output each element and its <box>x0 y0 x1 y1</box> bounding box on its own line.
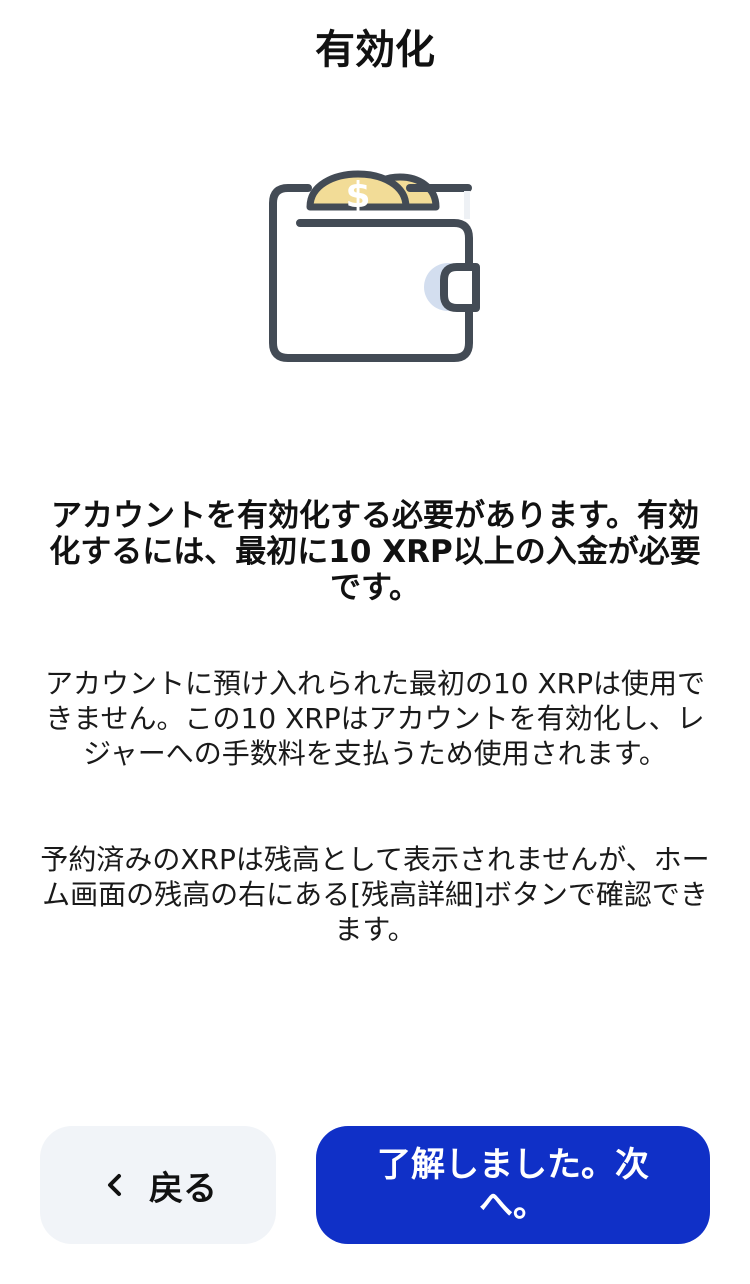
back-button-label: 戻る <box>149 1168 217 1209</box>
next-button-label: 了解しました。次へ。 <box>377 1145 649 1225</box>
svg-text:$: $ <box>345 175 370 216</box>
back-button[interactable]: 戻る <box>40 1126 276 1244</box>
activation-headline: アカウントを有効化する必要があります。有効化するには、最初に10 XRP以上の入… <box>49 498 701 606</box>
page-title: 有効化 <box>315 27 435 73</box>
reserve-balance-note-text: 予約済みのXRPは残高として表示されませんが、ホーム画面の残高の右にある[残高詳… <box>40 843 710 946</box>
reserve-explanation-text: アカウントに預け入れられた最初の10 XRPは使用できません。この10 XRPは… <box>44 667 706 770</box>
chevron-left-icon <box>99 1168 133 1202</box>
wallet-with-coins-icon: $ <box>260 145 490 375</box>
understood-next-button[interactable]: 了解しました。次へ。 <box>316 1126 710 1244</box>
